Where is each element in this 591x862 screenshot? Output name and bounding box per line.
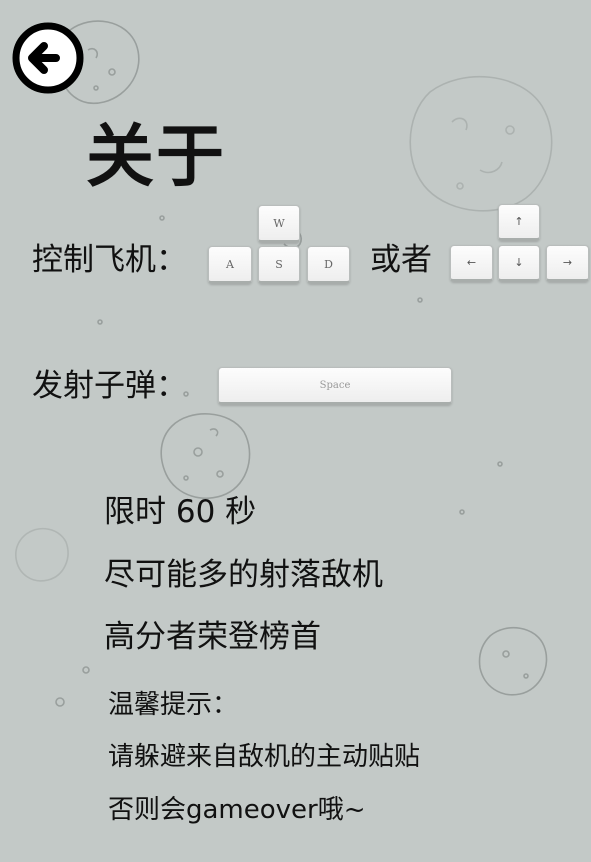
key-w-label: W (273, 216, 285, 230)
key-a-label: A (226, 257, 234, 271)
key-d-label: D (324, 257, 333, 271)
arrow-right-icon: → (562, 256, 573, 269)
fire-control-label: 发射子弹： (32, 368, 187, 404)
rule-line: 高分者荣登榜首 (104, 619, 321, 655)
tip-line: 请躲避来自敌机的主动贴贴 (108, 742, 421, 772)
key-s: S (258, 246, 300, 284)
tip-line: 否则会gameover哦~ (108, 795, 366, 825)
asteroid-sketch (160, 413, 251, 499)
key-arrow-left: ← (450, 245, 493, 282)
arrow-down-icon: ↓ (514, 256, 524, 269)
key-space: Space (218, 367, 452, 405)
about-screen: 关于 控制飞机： W A S D 或者 ↑ ← ↓ → 发射子弹： Space … (0, 0, 591, 862)
tips-title: 温馨提示： (108, 690, 239, 720)
key-a: A (208, 246, 252, 284)
rule-line: 尽可能多的射落敌机 (104, 557, 383, 593)
key-arrow-right: → (546, 245, 589, 282)
key-d: D (307, 246, 350, 284)
back-button[interactable] (12, 22, 84, 94)
key-arrow-up: ↑ (498, 204, 540, 241)
arrow-left-circle-icon (12, 22, 84, 94)
key-space-label: Space (319, 379, 351, 391)
key-w: W (258, 205, 300, 243)
arrow-up-icon: ↑ (514, 215, 524, 228)
key-s-label: S (275, 257, 283, 271)
asteroid-sketch (409, 75, 553, 212)
page-title: 关于 (86, 118, 227, 197)
asteroid-sketch (478, 627, 548, 696)
key-arrow-down: ↓ (498, 245, 540, 282)
arrow-left-icon: ← (466, 256, 477, 269)
or-label: 或者 (370, 242, 432, 278)
asteroid-sketch (14, 527, 69, 582)
rule-line: 限时 60 秒 (104, 494, 257, 530)
move-control-label: 控制飞机： (32, 242, 187, 278)
